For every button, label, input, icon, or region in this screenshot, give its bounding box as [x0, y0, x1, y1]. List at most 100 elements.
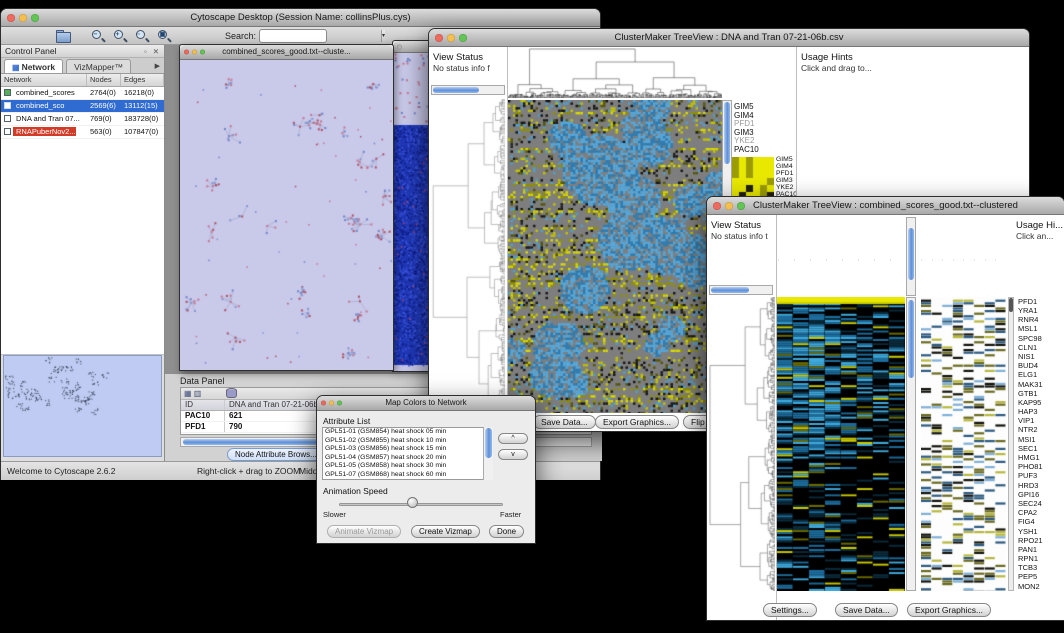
column-dendrogram[interactable]: [508, 48, 722, 98]
main-titlebar[interactable]: Cytoscape Desktop (Session Name: collins…: [1, 9, 600, 27]
dense-network-canvas[interactable]: [393, 53, 432, 371]
search-input[interactable]: ▾: [259, 29, 327, 43]
gene-label[interactable]: SEC24: [1016, 499, 1064, 508]
gene-label[interactable]: PEP5: [1016, 573, 1064, 582]
attribute-list-item[interactable]: GPL51-02 (GSM855) heat shock 10 min: [323, 437, 491, 446]
animation-speed-slider-track[interactable]: [339, 503, 503, 506]
scrollbar-thumb[interactable]: [908, 228, 914, 280]
gene-label[interactable]: GPI16: [1016, 490, 1064, 499]
network-overview-panel[interactable]: [3, 355, 162, 457]
gene-label[interactable]: PHO81: [1016, 462, 1064, 471]
minimize-button[interactable]: [329, 401, 334, 406]
gene-label[interactable]: SPC98: [1016, 334, 1064, 343]
network-row-combined-scores[interactable]: combined_scores 2764(0) 16218(0): [1, 87, 164, 100]
treeview-combined-titlebar[interactable]: ClusterMaker TreeView : combined_scores_…: [707, 197, 1064, 215]
gene-label[interactable]: BUD4: [1016, 361, 1064, 370]
animation-speed-slider-thumb[interactable]: [407, 497, 418, 508]
done-button[interactable]: Done: [489, 525, 524, 538]
gene-label[interactable]: TCB3: [1016, 563, 1064, 572]
scrollbar-thumb[interactable]: [711, 287, 749, 293]
tab-overflow-arrow-icon[interactable]: ▶: [155, 62, 160, 70]
dendrogram-hscrollbar[interactable]: [431, 85, 505, 95]
gene-label[interactable]: CPA2: [1016, 508, 1064, 517]
secondary-heatmap-canvas[interactable]: [921, 297, 1006, 591]
scrollbar-thumb[interactable]: [908, 300, 914, 378]
gene-label[interactable]: PAN1: [1016, 545, 1064, 554]
chevron-down-icon[interactable]: ▾: [381, 30, 385, 42]
gene-label[interactable]: MSI1: [1016, 435, 1064, 444]
gene-label[interactable]: CLN1: [1016, 343, 1064, 352]
zoom-button[interactable]: [459, 34, 467, 42]
move-up-button[interactable]: ^: [498, 433, 528, 444]
gene-label[interactable]: RPO21: [1016, 536, 1064, 545]
network-view-titlebar[interactable]: combined_scores_good.txt--cluste...: [180, 45, 393, 60]
gene-label[interactable]: PAC10: [734, 146, 778, 155]
heatmap-canvas[interactable]: [508, 100, 722, 413]
settings-button[interactable]: Settings...: [763, 603, 817, 617]
map-colors-titlebar[interactable]: Map Colors to Network: [317, 396, 535, 411]
scrollbar-thumb[interactable]: [724, 102, 730, 164]
table-mode-icon[interactable]: ▥: [194, 389, 202, 398]
export-graphics-button[interactable]: Export Graphics...: [907, 603, 991, 617]
gene-label[interactable]: ELG1: [1016, 371, 1064, 380]
network-row-dna-tran[interactable]: DNA and Tran 07... 769(0) 183728(0): [1, 113, 164, 126]
gene-label[interactable]: HRD3: [1016, 481, 1064, 490]
network-overview-canvas[interactable]: [4, 356, 161, 456]
close-button[interactable]: [321, 401, 326, 406]
close-button[interactable]: [435, 34, 443, 42]
attribute-list-item[interactable]: GPL51-05 (GSM858) heat shock 30 min: [323, 462, 491, 471]
gene-label[interactable]: MSL1: [1016, 325, 1064, 334]
heatmap-canvas[interactable]: [777, 297, 905, 591]
create-vizmap-button[interactable]: Create Vizmap: [411, 525, 480, 538]
gene-label[interactable]: SEC1: [1016, 444, 1064, 453]
gene-label[interactable]: PFD1: [1016, 297, 1064, 306]
gene-label[interactable]: MAK31: [1016, 380, 1064, 389]
gene-label[interactable]: KAP95: [1016, 398, 1064, 407]
minimize-button[interactable]: [725, 202, 733, 210]
zoom-button[interactable]: [737, 202, 745, 210]
scrollbar-thumb[interactable]: [433, 87, 479, 93]
save-data-button[interactable]: Save Data...: [533, 415, 596, 429]
attribute-list-item[interactable]: GPL51-01 (GSM854) heat shock 05 min: [323, 428, 491, 437]
secondary-vscrollbar[interactable]: [1008, 297, 1014, 591]
tab-network[interactable]: ▦Network: [4, 59, 63, 73]
network-row-combined-sco-selected[interactable]: combined_sco 2569(6) 13112(15): [1, 100, 164, 113]
close-button[interactable]: [7, 14, 15, 22]
gene-label[interactable]: HMG1: [1016, 453, 1064, 462]
attribute-list-vscrollbar[interactable]: [483, 427, 493, 480]
network-view-canvas[interactable]: [180, 60, 393, 370]
close-button[interactable]: [713, 202, 721, 210]
gene-label[interactable]: RPN1: [1016, 554, 1064, 563]
minimize-button[interactable]: [19, 14, 27, 22]
select-attributes-icon[interactable]: ▦: [184, 389, 192, 398]
row-dendrogram[interactable]: [431, 99, 505, 412]
attribute-list-item[interactable]: GPL51-03 (GSM856) heat shock 15 min: [323, 445, 491, 454]
tab-vizmapper[interactable]: VizMapper™: [66, 59, 131, 73]
database-icon[interactable]: [226, 388, 235, 398]
gene-label[interactable]: YRA1: [1016, 306, 1064, 315]
treeview-dna-titlebar[interactable]: ClusterMaker TreeView : DNA and Tran 07-…: [429, 29, 1029, 47]
gene-label[interactable]: GTB1: [1016, 389, 1064, 398]
gene-label[interactable]: RNR4: [1016, 315, 1064, 324]
close-button[interactable]: [397, 44, 402, 49]
node-attribute-browser-button[interactable]: Node Attribute Brows...: [227, 448, 325, 461]
dense-network-titlebar[interactable]: [393, 41, 432, 53]
close-button[interactable]: [184, 50, 189, 55]
gene-label[interactable]: NIS1: [1016, 352, 1064, 361]
attribute-list-item[interactable]: GPL51-07 (GSM868) heat shock 60 min: [323, 471, 491, 480]
gene-label[interactable]: YSH1: [1016, 527, 1064, 536]
minimize-button[interactable]: [447, 34, 455, 42]
dendrogram-hscrollbar[interactable]: [709, 285, 773, 295]
search-text-field[interactable]: [260, 30, 381, 42]
zoom-button[interactable]: [337, 401, 342, 406]
gene-label[interactable]: NTR2: [1016, 426, 1064, 435]
gene-label[interactable]: MON2: [1016, 582, 1064, 591]
gene-label[interactable]: HAP3: [1016, 407, 1064, 416]
correlation-matrix-canvas[interactable]: [732, 157, 774, 199]
heatmap-vscrollbar[interactable]: [906, 297, 916, 591]
zoom-button[interactable]: [200, 50, 205, 55]
save-data-button[interactable]: Save Data...: [835, 603, 898, 617]
network-row-rnapubernov[interactable]: RNAPuberNov2... 563(0) 107847(0): [1, 126, 164, 139]
animate-vizmap-button[interactable]: Animate Vizmap: [327, 525, 401, 538]
scrollbar-thumb[interactable]: [485, 428, 492, 458]
